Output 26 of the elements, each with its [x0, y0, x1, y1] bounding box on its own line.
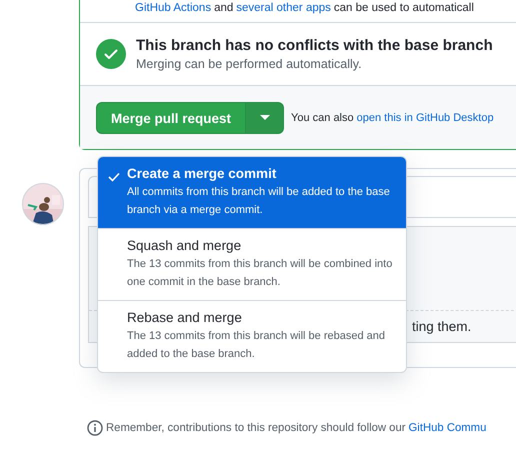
status-detail: Merging can be performed automatically. [136, 57, 363, 71]
check-icon [108, 172, 120, 182]
option-description: The 13 commits from this branch will be combined into one commit in the base branch. [127, 257, 394, 290]
info-icon [87, 420, 103, 436]
menu-item[interactable]: Squash and merge The 13 commits from this branch will be combined into one commit in the base branch. [98, 228, 406, 300]
option-title: Rebase and merge [127, 310, 243, 325]
menu-item[interactable]: Create a merge commit All commits from this branch will be added to the base branch via a merge commit. [98, 157, 406, 228]
desktop-link[interactable]: open this in GitHub Desktop [356, 112, 494, 124]
hint-text: You can also [291, 112, 354, 124]
option-description: The 13 commits from this branch will be rebased and added to the base branch. [127, 329, 386, 362]
option-title: Squash and merge [127, 238, 242, 253]
option-title: Create a merge commit [127, 166, 278, 181]
guidelines-link[interactable]: GitHub Commu [408, 422, 486, 434]
merge-button[interactable]: Merge pull request [96, 102, 246, 134]
comment-text: ting them. [412, 319, 472, 334]
link[interactable]: several other apps [236, 2, 331, 14]
option-description: All commits from this branch will be added to the base branch via a merge commit. [127, 185, 391, 218]
merge-options-button[interactable] [246, 102, 284, 134]
check-circle-icon [96, 39, 126, 69]
status-title: This branch has no conflicts with the base branch [136, 37, 493, 54]
footer-text: Remember, contributions to this repository should follow our [106, 422, 406, 434]
menu-item[interactable]: Rebase and merge The 13 commits from this branch will be rebased and added to the base branch. [98, 300, 406, 372]
link[interactable]: GitHub Actions [135, 2, 212, 14]
caret-icon [260, 115, 270, 121]
note-text: and [214, 2, 234, 14]
note-text: can be used to automaticall [334, 2, 474, 14]
